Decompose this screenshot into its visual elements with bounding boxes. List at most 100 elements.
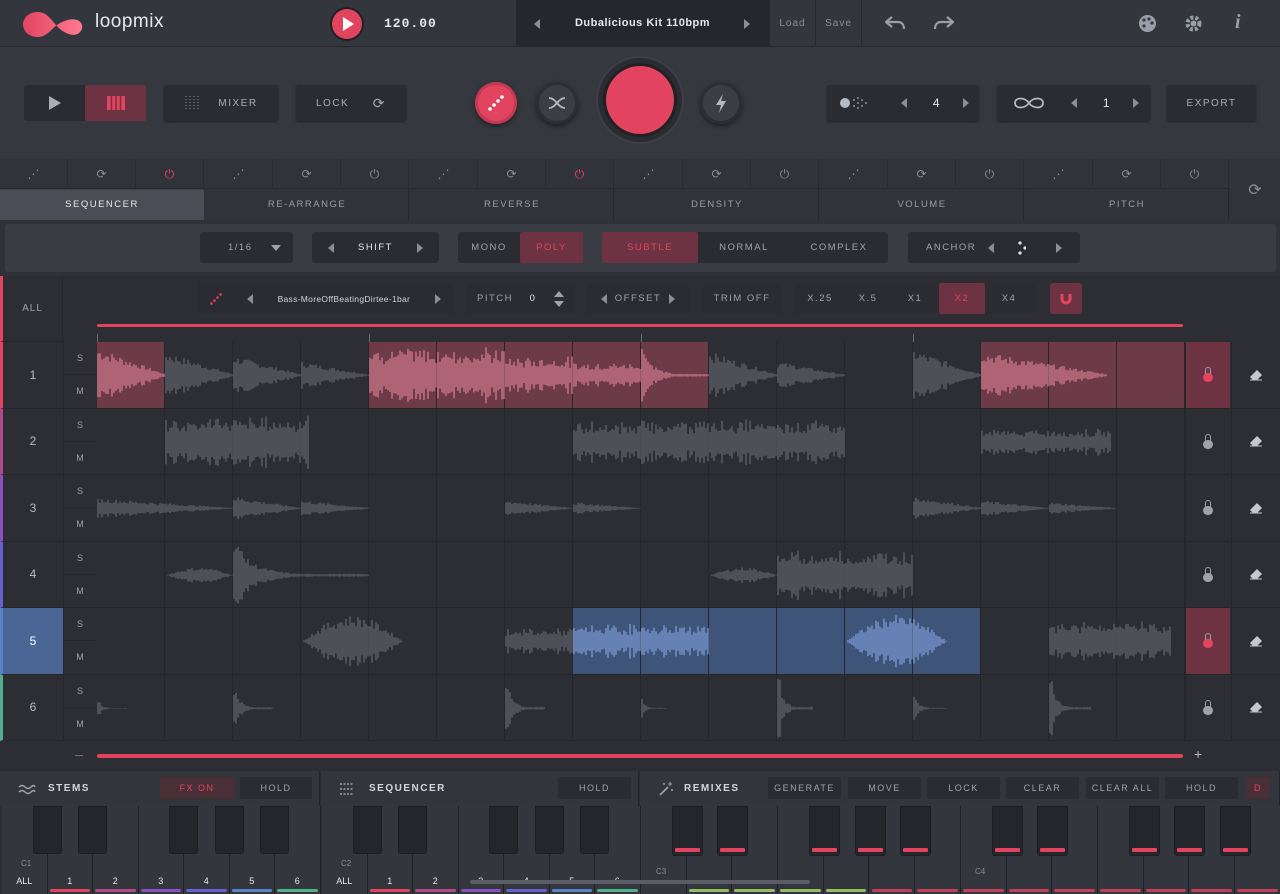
offset-prev-icon[interactable]	[601, 293, 607, 304]
solo-button[interactable]: S	[63, 342, 96, 376]
black-key[interactable]	[489, 806, 518, 854]
mute-button[interactable]: M	[63, 574, 96, 608]
play-mode-icon[interactable]	[24, 85, 85, 121]
shuffle-button[interactable]	[536, 82, 578, 124]
sequencer-hold-button[interactable]: HOLD	[558, 777, 631, 799]
move-button[interactable]: MOVE	[848, 777, 921, 799]
black-key[interactable]	[580, 806, 609, 854]
track-lock-button[interactable]	[1185, 608, 1230, 675]
zoom-in-icon[interactable]: +	[1194, 746, 1202, 762]
record-button[interactable]	[606, 66, 674, 134]
black-key[interactable]	[214, 806, 244, 854]
flash-button[interactable]	[700, 82, 742, 124]
fx-on-button[interactable]: FX ON	[160, 777, 234, 799]
track-label[interactable]: 2	[0, 408, 63, 475]
refresh-icon[interactable]: ⟳	[1093, 159, 1161, 188]
black-key[interactable]	[991, 806, 1023, 856]
shift-prev-icon[interactable]	[328, 242, 334, 253]
black-key[interactable]	[900, 806, 932, 856]
play-button[interactable]	[332, 9, 362, 39]
mute-button[interactable]: M	[63, 707, 96, 741]
clear-all-button[interactable]: CLEAR ALL	[1086, 777, 1159, 799]
power-icon[interactable]: ⏻	[546, 159, 614, 188]
black-key[interactable]	[1128, 806, 1160, 856]
power-icon[interactable]: ⏻	[136, 159, 204, 188]
loop-range-bar[interactable]	[97, 324, 1183, 327]
track-lock-button[interactable]	[1185, 475, 1230, 542]
power-icon[interactable]: ⏻	[751, 159, 819, 188]
black-key[interactable]	[260, 806, 289, 854]
track-eraser-button[interactable]	[1231, 342, 1280, 409]
black-key[interactable]	[534, 806, 564, 854]
black-key[interactable]	[169, 806, 198, 854]
track-lane[interactable]	[97, 674, 1185, 741]
track-label[interactable]: 4	[0, 541, 63, 608]
kit-next-icon[interactable]	[744, 19, 750, 29]
steps-next-icon[interactable]	[963, 98, 969, 108]
track-lane[interactable]	[97, 408, 1185, 475]
black-key[interactable]	[1037, 806, 1069, 856]
track-lane[interactable]	[97, 342, 1185, 409]
track-label[interactable]: 3	[0, 475, 63, 542]
offset-next-icon[interactable]	[668, 293, 675, 304]
track-eraser-button[interactable]	[1231, 408, 1280, 475]
anchor-next-icon[interactable]	[1056, 242, 1062, 253]
pitch-stepper-icon[interactable]	[553, 290, 565, 308]
palette-icon[interactable]	[1138, 14, 1157, 33]
dots-icon[interactable]: ⋰	[0, 159, 68, 188]
mono-option[interactable]: MONO	[458, 232, 520, 263]
trim-button[interactable]: TRIM OFF	[703, 283, 781, 314]
redo-icon[interactable]	[934, 15, 954, 31]
solo-button[interactable]: S	[63, 674, 96, 708]
speed-x1[interactable]: X1	[891, 283, 939, 314]
subtle-option[interactable]: SUBTLE	[602, 232, 698, 263]
track-lock-button[interactable]	[1185, 342, 1230, 409]
division-select[interactable]: 1/16	[200, 232, 293, 263]
anchor-prev-icon[interactable]	[988, 242, 995, 253]
sample-next-icon[interactable]	[434, 293, 441, 304]
track-eraser-button[interactable]	[1231, 608, 1280, 675]
tab-volume[interactable]: ⋰ ⟳ ⏻ VOLUME	[820, 159, 1024, 220]
track-label[interactable]: 6	[0, 674, 63, 741]
black-key[interactable]	[1220, 806, 1252, 856]
normal-option[interactable]: NORMAL	[698, 232, 790, 263]
solo-button[interactable]: S	[63, 475, 96, 509]
mute-button[interactable]: M	[63, 641, 96, 675]
refresh-icon[interactable]: ⟳	[68, 159, 136, 188]
speed-x025[interactable]: X.25	[795, 283, 845, 314]
steps-prev-icon[interactable]	[901, 98, 907, 108]
power-icon[interactable]: ⏻	[956, 159, 1024, 188]
dots-icon[interactable]: ⋰	[410, 159, 478, 188]
solo-button[interactable]: S	[63, 608, 96, 642]
solo-button[interactable]: S	[63, 541, 96, 575]
dots-icon[interactable]: ⋰	[615, 159, 683, 188]
track-label[interactable]: 1	[0, 342, 63, 409]
tabs-refresh-icon[interactable]: ⟳	[1230, 159, 1280, 220]
black-key[interactable]	[671, 806, 703, 856]
mute-button[interactable]: M	[63, 441, 96, 475]
refresh-icon[interactable]: ⟳	[888, 159, 956, 188]
clear-button[interactable]: CLEAR	[1006, 777, 1079, 799]
position-scrollbar[interactable]	[97, 754, 1183, 758]
solo-button[interactable]: S	[63, 408, 96, 442]
track-eraser-button[interactable]	[1231, 541, 1280, 608]
black-key[interactable]	[352, 806, 382, 854]
refresh-icon[interactable]: ⟳	[478, 159, 546, 188]
speed-x4[interactable]: X4	[985, 283, 1033, 314]
black-key[interactable]	[808, 806, 840, 856]
mixer-button[interactable]: MIXER	[164, 85, 278, 121]
mute-button[interactable]: M	[63, 375, 96, 409]
mute-button[interactable]: M	[63, 508, 96, 542]
dots-icon[interactable]: ⋰	[1025, 159, 1093, 188]
keyboard-scrollbar[interactable]	[470, 880, 810, 884]
track-lock-button[interactable]	[1185, 541, 1230, 608]
remix-lock-button[interactable]: LOCK	[927, 777, 1000, 799]
load-button[interactable]: Load	[769, 0, 815, 47]
complex-option[interactable]: COMPLEX	[790, 232, 888, 263]
piano-mode-icon[interactable]	[85, 85, 146, 121]
info-icon[interactable]: i	[1235, 11, 1241, 34]
dots-icon[interactable]: ⋰	[820, 159, 888, 188]
settings-gear-icon[interactable]	[1184, 14, 1203, 33]
black-key[interactable]	[78, 806, 107, 854]
dots-icon[interactable]: ⋰	[205, 159, 273, 188]
